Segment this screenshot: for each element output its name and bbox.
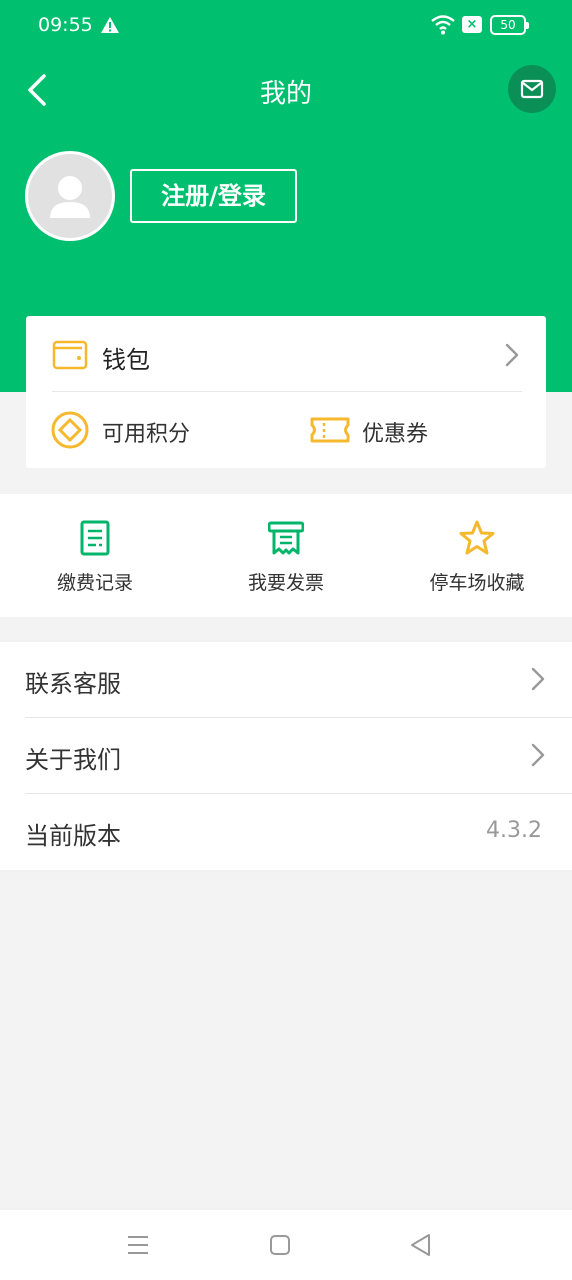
divider (52, 391, 522, 392)
current-version-item: 当前版本 4.3.2 (0, 794, 572, 870)
invoice-shortcut[interactable]: 我要发票 (191, 494, 381, 617)
avatar[interactable] (25, 151, 115, 241)
menu-list: 联系客服 关于我们 当前版本 4.3.2 (0, 642, 572, 870)
points-item[interactable]: 可用积分 (50, 410, 250, 450)
about-us-item[interactable]: 关于我们 (0, 718, 572, 794)
invoice-icon (268, 521, 304, 555)
shortcut-label: 我要发票 (247, 572, 324, 594)
mail-icon (520, 79, 544, 99)
page-title: 我的 (259, 79, 312, 109)
points-label: 可用积分 (102, 422, 191, 447)
wallet-card: 钱包 可用积分 优惠券 (26, 316, 546, 468)
system-nav-bar (0, 1210, 572, 1280)
chevron-right-icon (531, 667, 545, 691)
coupon-item[interactable]: 优惠券 (310, 410, 510, 450)
warning-icon (101, 17, 119, 33)
menu-icon[interactable] (127, 1232, 149, 1258)
message-button[interactable] (508, 65, 556, 113)
shortcut-label: 缴费记录 (56, 572, 133, 594)
coupon-icon (310, 417, 350, 443)
points-icon (51, 411, 89, 449)
status-bar: 09:55 × 50 (0, 0, 572, 50)
menu-label: 关于我们 (25, 746, 121, 774)
parking-favorites-shortcut[interactable]: 停车场收藏 (382, 494, 572, 617)
user-icon (50, 176, 90, 218)
star-icon (459, 520, 495, 555)
sim-off-icon: × (462, 16, 482, 33)
register-login-button[interactable]: 注册/登录 (130, 169, 297, 223)
shortcut-grid: 缴费记录 我要发票 停车场收藏 (0, 494, 572, 617)
shortcut-label: 停车场收藏 (429, 572, 525, 594)
wallet-icon (52, 340, 88, 370)
menu-label: 联系客服 (25, 670, 121, 698)
battery-icon: 50 (490, 15, 529, 35)
payment-records-shortcut[interactable]: 缴费记录 (0, 494, 190, 617)
wifi-icon (431, 15, 455, 35)
wallet-label: 钱包 (102, 346, 150, 374)
wallet-row[interactable]: 钱包 (26, 316, 546, 392)
menu-label: 当前版本 (25, 822, 121, 850)
coupon-label: 优惠券 (362, 422, 429, 447)
chevron-right-icon (531, 743, 545, 767)
home-icon[interactable] (269, 1232, 291, 1258)
receipt-icon (80, 520, 110, 556)
contact-support-item[interactable]: 联系客服 (0, 642, 572, 718)
chevron-right-icon (505, 343, 519, 367)
version-value: 4.3.2 (486, 818, 542, 843)
back-triangle-icon[interactable] (409, 1232, 431, 1258)
status-time: 09:55 (38, 14, 93, 36)
